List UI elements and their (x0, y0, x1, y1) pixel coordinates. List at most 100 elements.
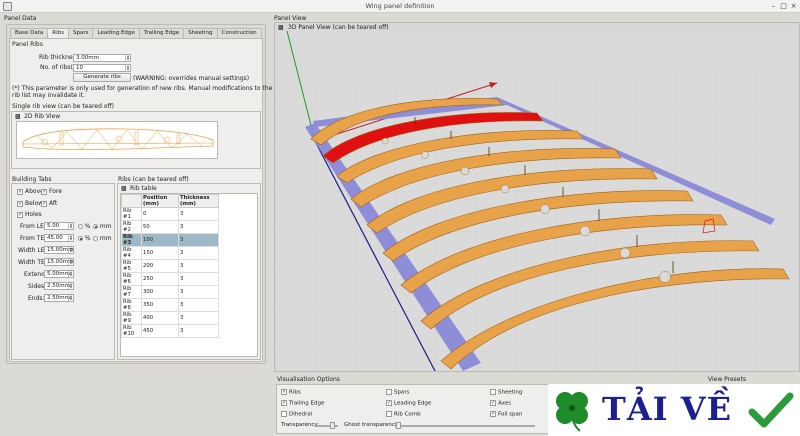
sheeting-checkbox[interactable]: Sheeting (490, 389, 522, 396)
rib-position-cell[interactable]: 100 (141, 233, 179, 247)
from-te-mm-radio[interactable]: mm (93, 235, 112, 242)
spars-checkbox[interactable]: Spars (386, 389, 409, 396)
minimize-icon[interactable]: – (769, 2, 778, 11)
table-row[interactable]: Rib #2 50 3 (121, 220, 219, 234)
rib-name-cell[interactable]: Rib #9 (121, 311, 142, 325)
rib-name-cell[interactable]: Rib #8 (121, 298, 142, 312)
above-checkbox[interactable]: ✓ Above (17, 188, 44, 195)
rib-name-cell[interactable]: Rib #4 (121, 246, 142, 260)
spinner-arrows-icon[interactable]: ▲ ▼ (68, 223, 73, 229)
table-row[interactable]: Rib #4 150 3 (121, 246, 219, 260)
spinner-arrows-icon[interactable]: ▲ ▼ (68, 235, 73, 241)
rib-name-cell[interactable]: Rib #10 (121, 324, 142, 338)
rib-position-cell[interactable]: 400 (141, 311, 179, 325)
rib-thickness-cell[interactable]: 3 (178, 311, 219, 325)
from-le-pct-radio[interactable]: % (78, 223, 91, 230)
rib-name-cell[interactable]: Rib #5 (121, 259, 142, 273)
spinner-arrows-icon[interactable]: ▲ ▼ (125, 55, 130, 61)
spinner-arrows-icon[interactable]: ▲ ▼ (68, 283, 73, 289)
transparency-slider-handle[interactable] (330, 422, 335, 429)
rib-thickness-cell[interactable]: 3 (178, 285, 219, 299)
rib-2d-view[interactable] (16, 121, 218, 159)
ghost-transparency-slider-handle[interactable] (396, 422, 401, 429)
rib-thickness-cell[interactable]: 3 (178, 259, 219, 273)
below-checkbox[interactable]: ✓ Below (17, 200, 43, 207)
num-ribs-field[interactable]: 10 ▲ ▼ (73, 64, 131, 72)
ends-field[interactable]: 2.50mm ▲ ▼ (44, 294, 74, 302)
extend-field[interactable]: 5.00mm ▲ ▼ (44, 270, 74, 278)
table-row[interactable]: Rib #7 300 3 (121, 285, 219, 299)
holes-checkbox[interactable]: ✓ Holes (17, 211, 42, 218)
tab-base-data[interactable]: Base Data (10, 28, 49, 38)
ghost-transparency-slider[interactable] (395, 425, 535, 427)
table-row[interactable]: Rib #1 0 3 (121, 207, 219, 221)
tab-leading-edge[interactable]: Leading Edge (92, 28, 140, 38)
title-bar: Wing panel definition – □ × (0, 0, 800, 13)
rib-position-cell[interactable]: 350 (141, 298, 179, 312)
table-row[interactable]: Rib #3 100 3 (121, 233, 219, 247)
tear-off-handle-icon[interactable]: ▩ (15, 113, 21, 120)
rib-thickness-field[interactable]: 3.00mm ▲ ▼ (73, 54, 131, 62)
width-le-field[interactable]: 15.00mm ▲ ▼ (44, 246, 74, 254)
spinner-arrows-icon[interactable]: ▲ ▼ (68, 295, 73, 301)
table-row[interactable]: Rib #10 450 3 (121, 324, 219, 338)
table-row[interactable]: Rib #5 200 3 (121, 259, 219, 273)
rib-position-cell[interactable]: 450 (141, 324, 179, 338)
rib-name-cell[interactable]: Rib #3 (121, 233, 142, 247)
spinner-arrows-icon[interactable]: ▲ ▼ (68, 247, 73, 253)
tab-spars[interactable]: Spars (68, 28, 94, 38)
trailing-edge-checkbox[interactable]: ✓ Trailing Edge (281, 400, 324, 407)
generate-ribs-button[interactable]: Generate ribs (73, 73, 131, 82)
tab-sheeting[interactable]: Sheeting (183, 28, 218, 38)
maximize-icon[interactable]: □ (779, 2, 788, 11)
table-row[interactable]: Rib #9 400 3 (121, 311, 219, 325)
table-row[interactable]: Rib #6 250 3 (121, 272, 219, 286)
dihedral-checkbox[interactable]: Dihedral (281, 411, 312, 418)
spinner-arrows-icon[interactable]: ▲ ▼ (68, 259, 73, 265)
rib-name-cell[interactable]: Rib #1 (121, 207, 142, 221)
rib-thickness-cell[interactable]: 3 (178, 246, 219, 260)
rib-position-cell[interactable]: 0 (141, 207, 179, 221)
from-le-field[interactable]: 5.00 ▲ ▼ (44, 222, 74, 230)
ribs-checkbox[interactable]: ✓ Ribs (281, 389, 301, 396)
rib-thickness-cell[interactable]: 3 (178, 298, 219, 312)
rib-thickness-cell[interactable]: 3 (178, 220, 219, 234)
rib-comb-checkbox[interactable]: Rib Comb (386, 411, 421, 418)
aft-checkbox[interactable]: ✓ Aft (41, 200, 57, 207)
width-te-field[interactable]: 15.00mm ▲ ▼ (44, 258, 74, 266)
rib-thickness-cell[interactable]: 3 (178, 207, 219, 221)
rib-thickness-cell[interactable]: 3 (178, 233, 219, 247)
sides-field[interactable]: 2.50mm ▲ ▼ (44, 282, 74, 290)
tab-trailing-edge[interactable]: Trailing Edge (138, 28, 185, 38)
fore-checkbox[interactable]: ✓ Fore (41, 188, 62, 195)
rib-name-cell[interactable]: Rib #2 (121, 220, 142, 234)
leading-edge-checkbox[interactable]: ✓ Leading Edge (386, 400, 431, 407)
view-3d-title: 3D Panel View (can be teared off) (288, 24, 389, 31)
rib-position-cell[interactable]: 50 (141, 220, 179, 234)
table-row[interactable]: Rib #8 350 3 (121, 298, 219, 312)
rib-position-cell[interactable]: 300 (141, 285, 179, 299)
foil-span-checkbox[interactable]: ✓ Foil span (490, 411, 522, 418)
rib-position-cell[interactable]: 150 (141, 246, 179, 260)
table-header-position[interactable]: Position (mm) (141, 194, 179, 208)
spinner-arrows-icon[interactable]: ▲ ▼ (125, 65, 130, 71)
rib-position-cell[interactable]: 250 (141, 272, 179, 286)
window-title: Wing panel definition (365, 2, 435, 10)
from-te-field[interactable]: 45.00 ▲ ▼ (44, 234, 74, 242)
rib-thickness-cell[interactable]: 3 (178, 324, 219, 338)
3d-panel-view[interactable] (275, 31, 799, 371)
rib-thickness-cell[interactable]: 3 (178, 272, 219, 286)
rib-name-cell[interactable]: Rib #6 (121, 272, 142, 286)
tear-off-handle-icon[interactable]: ▩ (278, 24, 284, 31)
table-header-thickness[interactable]: Thickness (mm) (178, 194, 219, 208)
watermark-text: TẢI VỀ (602, 390, 732, 428)
rib-name-cell[interactable]: Rib #7 (121, 285, 142, 299)
axes-checkbox[interactable]: ✓ Axes (490, 400, 511, 407)
from-le-mm-radio[interactable]: mm (93, 223, 112, 230)
tear-off-handle-icon[interactable]: ▩ (121, 185, 127, 192)
close-icon[interactable]: × (789, 2, 798, 11)
rib-position-cell[interactable]: 200 (141, 259, 179, 273)
from-te-pct-radio[interactable]: % (78, 235, 91, 242)
spinner-arrows-icon[interactable]: ▲ ▼ (68, 271, 73, 277)
tab-construction[interactable]: Construction (216, 28, 262, 38)
